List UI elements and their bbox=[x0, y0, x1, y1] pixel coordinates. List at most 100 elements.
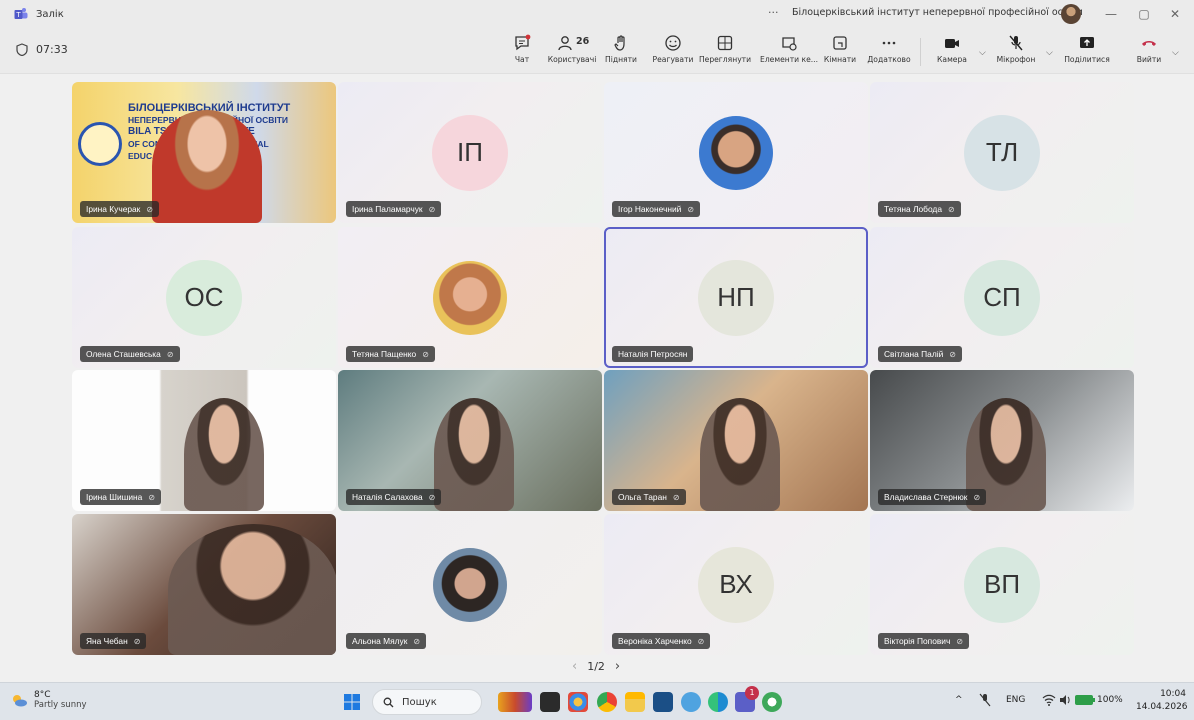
more-options-button[interactable]: ··· bbox=[768, 6, 779, 19]
photos-app-icon[interactable] bbox=[568, 692, 588, 712]
participant-name: Яна Чебан bbox=[86, 636, 128, 646]
participant-name: Ігор Наконечний bbox=[618, 204, 682, 214]
wifi-icon[interactable] bbox=[1042, 693, 1056, 707]
participant-name: Тетяна Лобода bbox=[884, 204, 942, 214]
people-icon bbox=[558, 36, 572, 51]
participant-tile[interactable]: ТЛ Тетяна Лобода ⊘ bbox=[870, 82, 1134, 223]
participant-video-feed bbox=[184, 398, 264, 511]
participant-video-feed bbox=[434, 398, 514, 511]
participant-initials-avatar: СП bbox=[964, 259, 1040, 336]
edge-icon[interactable] bbox=[708, 692, 728, 712]
participant-tile[interactable]: Ірина Шишина ⊘ bbox=[72, 370, 336, 511]
participant-tile[interactable]: ІП Ірина Паламарчук ⊘ bbox=[338, 82, 602, 223]
next-page-button[interactable]: › bbox=[615, 659, 620, 674]
participant-tile[interactable]: НП Наталія Петросян bbox=[604, 227, 868, 368]
mic-muted-icon: ⊘ bbox=[956, 636, 964, 646]
weather-widget[interactable]: 8°C Partly sunny bbox=[10, 690, 87, 710]
file-explorer-icon[interactable] bbox=[625, 692, 645, 712]
participant-name-tag: Альона Мялук ⊘ bbox=[346, 633, 427, 649]
participant-tile[interactable]: ВП Вікторія Попович ⊘ bbox=[870, 514, 1134, 655]
institute-logo bbox=[78, 122, 122, 166]
participant-tile[interactable]: Тетяна Пащенко ⊘ bbox=[338, 227, 602, 368]
leave-options-chevron-icon[interactable]: ⌵ bbox=[1172, 48, 1179, 58]
participant-name: Альона Мялук bbox=[352, 636, 408, 646]
participant-photo-avatar bbox=[699, 115, 773, 190]
notification-badge: 1 bbox=[745, 686, 759, 700]
organization-name[interactable]: Білоцерківський інститут неперервної про… bbox=[792, 7, 1083, 18]
participant-initials-avatar: ВХ bbox=[698, 546, 774, 623]
minimize-button[interactable]: — bbox=[1098, 4, 1124, 24]
maximize-button[interactable]: ▢ bbox=[1131, 4, 1157, 24]
volume-icon[interactable] bbox=[1058, 693, 1072, 707]
leave-button[interactable]: Вийти bbox=[1133, 34, 1165, 70]
teams-taskbar-icon[interactable]: 1 bbox=[735, 686, 759, 712]
participant-name: Олена Сташевська bbox=[86, 349, 161, 359]
mic-button[interactable]: Мікрофон bbox=[992, 34, 1040, 70]
language-indicator[interactable]: ENG bbox=[1006, 695, 1025, 705]
participant-tile[interactable]: Владислава Стернюк ⊘ bbox=[870, 370, 1134, 511]
participant-name-tag: Ірина Шишина ⊘ bbox=[80, 489, 162, 505]
mic-options-chevron-icon[interactable]: ⌵ bbox=[1046, 48, 1053, 58]
people-button[interactable]: 26 Користувачі bbox=[546, 34, 598, 70]
close-window-button[interactable]: ✕ bbox=[1162, 4, 1188, 24]
camera-options-chevron-icon[interactable]: ⌵ bbox=[979, 48, 986, 58]
participant-tile[interactable]: Ігор Наконечний ⊘ bbox=[604, 82, 868, 223]
partly-sunny-icon bbox=[13, 695, 27, 707]
search-placeholder: Пошук bbox=[402, 696, 437, 708]
participant-name-tag: Тетяна Пащенко ⊘ bbox=[346, 346, 435, 362]
rooms-label: Кімнати bbox=[823, 55, 857, 64]
participant-name-tag: Тетяна Лобода ⊘ bbox=[878, 201, 961, 217]
participant-tile[interactable]: Яна Чебан ⊘ bbox=[72, 514, 336, 655]
clock-date: 14.04.2026 bbox=[1136, 702, 1188, 712]
store-icon[interactable] bbox=[653, 692, 673, 712]
battery-charging-icon[interactable] bbox=[1074, 694, 1096, 706]
participant-name: Ірина Шишина bbox=[86, 492, 143, 502]
participant-tile[interactable]: БІЛОЦЕРКІВСЬКИЙ ІНСТИТУТНЕПЕРЕРВНОЇ ПРОФ… bbox=[72, 82, 336, 223]
participant-name-tag: Ольга Таран ⊘ bbox=[612, 489, 686, 505]
participant-name: Наталія Салахова bbox=[352, 492, 423, 502]
chrome-icon[interactable] bbox=[597, 692, 617, 712]
participant-tile[interactable]: СП Світлана Палій ⊘ bbox=[870, 227, 1134, 368]
participant-name: Світлана Палій bbox=[884, 349, 944, 359]
share-button[interactable]: Поділитися bbox=[1060, 34, 1114, 70]
raise-hand-button[interactable]: Підняти bbox=[605, 34, 637, 70]
participant-tile[interactable]: Ольга Таран ⊘ bbox=[604, 370, 868, 511]
participant-name-tag: Наталія Салахова ⊘ bbox=[346, 489, 442, 505]
prev-page-button[interactable]: ‹ bbox=[572, 659, 577, 674]
account-avatar[interactable] bbox=[1061, 4, 1081, 24]
weather-temperature: 8°C bbox=[34, 690, 51, 700]
more-actions-button[interactable]: Додатково bbox=[867, 34, 911, 70]
windows-taskbar: 8°C Partly sunny Пошук 1 ^ ENG 100% 10:0… bbox=[0, 682, 1194, 720]
camera-button[interactable]: Камера bbox=[932, 34, 972, 70]
rooms-button[interactable]: Кімнати bbox=[823, 34, 857, 70]
apps-button[interactable]: Елементи ке... bbox=[757, 34, 821, 70]
windows-start-icon[interactable] bbox=[342, 692, 362, 712]
mic-muted-tray-icon[interactable] bbox=[978, 693, 992, 707]
mic-muted-icon: ⊘ bbox=[428, 492, 436, 502]
participant-tile[interactable]: ВХ Вероніка Харченко ⊘ bbox=[604, 514, 868, 655]
participant-tile[interactable]: Альона Мялук ⊘ bbox=[338, 514, 602, 655]
mic-muted-icon: ⊘ bbox=[697, 636, 705, 646]
participant-initials-avatar: ОС bbox=[166, 259, 242, 336]
react-button[interactable]: Реагувати bbox=[648, 34, 698, 70]
page-indicator: 1/2 bbox=[587, 660, 605, 673]
participant-tile[interactable]: ОС Олена Сташевська ⊘ bbox=[72, 227, 336, 368]
participant-name-tag: Наталія Петросян bbox=[612, 346, 694, 362]
mic-muted-icon: ⊘ bbox=[422, 349, 429, 359]
ellipsis-icon bbox=[882, 41, 896, 45]
mic-muted-icon: ⊘ bbox=[687, 204, 695, 214]
view-button[interactable]: Переглянути bbox=[696, 34, 754, 70]
participant-tile[interactable]: Наталія Салахова ⊘ bbox=[338, 370, 602, 511]
green-app-icon[interactable] bbox=[762, 692, 782, 712]
taskbar-search[interactable]: Пошук bbox=[372, 689, 482, 715]
participant-name: Вероніка Харченко bbox=[618, 636, 692, 646]
shield-icon bbox=[16, 43, 28, 56]
more-label: Додатково bbox=[867, 55, 911, 64]
task-view-icon[interactable] bbox=[540, 692, 560, 712]
chat-button[interactable]: Чат bbox=[509, 34, 535, 70]
show-hidden-icons-chevron-icon[interactable]: ^ bbox=[955, 695, 963, 705]
system-clock[interactable]: 10:04 14.04.2026 bbox=[1136, 688, 1188, 714]
app-icon-with-badge[interactable] bbox=[681, 692, 701, 712]
widgets-news-icon[interactable] bbox=[498, 692, 532, 712]
mic-muted-icon: ⊘ bbox=[166, 349, 174, 359]
